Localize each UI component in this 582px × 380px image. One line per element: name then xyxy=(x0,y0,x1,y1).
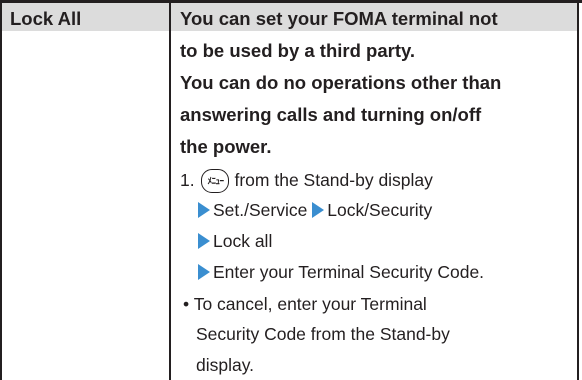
arrow-right-icon xyxy=(198,264,210,280)
menu-key-icon: ﾒﾆｭｰ xyxy=(201,169,230,194)
arrow-right-icon xyxy=(312,202,325,218)
nav-item: Lock all xyxy=(213,231,273,251)
nav-item: Enter your Terminal Security Code. xyxy=(213,262,485,282)
term-label: Lock All xyxy=(10,8,82,29)
definition-table: Lock All You can set your FOMA terminal … xyxy=(0,0,582,380)
step-number: 1. xyxy=(180,170,195,190)
arrow-right-icon xyxy=(198,233,210,249)
table-right-rule xyxy=(577,0,579,380)
description-line: to be used by a third party. xyxy=(180,40,416,61)
note-line: Security Code from the Stand-by xyxy=(196,324,450,344)
nav-path-line: Enter your Terminal Security Code. xyxy=(198,260,484,284)
arrow-right-icon xyxy=(198,202,210,218)
table-column-divider xyxy=(169,0,171,380)
nav-item: Lock/Security xyxy=(327,200,433,220)
note-line: • To cancel, enter your Terminal xyxy=(183,292,427,316)
table-top-rule xyxy=(0,0,582,3)
step-1: 1. ﾒﾆｭｰ from the Stand-by display xyxy=(180,168,433,194)
nav-path-line: Set./Service Lock/Security xyxy=(198,198,432,222)
description-line: the power. xyxy=(180,136,272,157)
step-text: from the Stand-by display xyxy=(234,170,433,190)
table-left-rule xyxy=(0,0,2,380)
nav-path-line: Lock all xyxy=(198,229,272,253)
nav-item: Set./Service xyxy=(213,200,308,220)
note-text: To cancel, enter your Terminal xyxy=(193,294,427,314)
description-line: You can do no operations other than xyxy=(180,72,502,93)
description-line: answering calls and turning on/off xyxy=(180,104,482,125)
description-line: You can set your FOMA terminal not xyxy=(180,8,498,29)
bullet: • xyxy=(183,294,190,314)
note-line: display. xyxy=(196,355,255,375)
